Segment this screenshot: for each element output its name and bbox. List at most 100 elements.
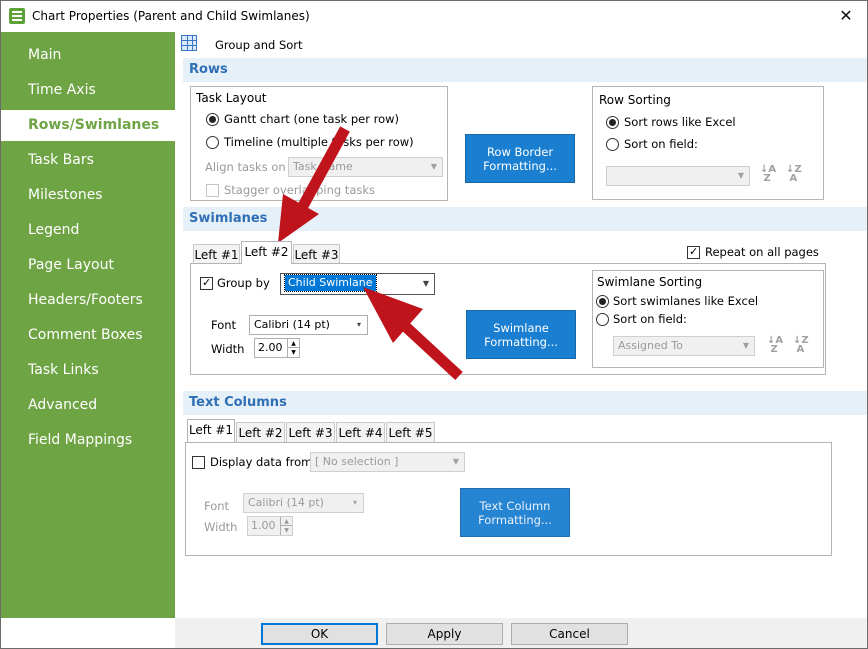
sidebar-item-time-axis[interactable]: Time Axis bbox=[1, 75, 175, 106]
rows-section-header: Rows bbox=[183, 58, 867, 82]
row-border-formatting-button[interactable]: Row Border Formatting... bbox=[465, 134, 575, 183]
dialog-button-bar: OK Apply Cancel bbox=[175, 618, 867, 648]
swimlane-sorting-title: Swimlane Sorting bbox=[597, 275, 703, 289]
text-col-font-select[interactable]: Calibri (14 pt) ▾ bbox=[243, 493, 364, 513]
swimlane-tab-left-2[interactable]: Left #2 bbox=[241, 241, 292, 264]
text-col-width-label: Width bbox=[204, 520, 238, 534]
sort-swimlanes-field-radio[interactable] bbox=[596, 313, 609, 326]
timeline-radio-label[interactable]: Timeline (multiple tasks per row) bbox=[224, 135, 414, 149]
repeat-all-pages-checkbox[interactable] bbox=[687, 245, 700, 259]
text-col-font-value: Calibri (14 pt) bbox=[248, 496, 324, 509]
sort-rows-field-radio[interactable] bbox=[606, 138, 619, 151]
sidebar-item-rows-swimlanes[interactable]: Rows/Swimlanes bbox=[1, 110, 175, 141]
align-tasks-select[interactable]: Task Name ▼ bbox=[288, 157, 443, 177]
display-data-checkbox[interactable] bbox=[192, 456, 205, 469]
gantt-radio-label[interactable]: Gantt chart (one task per row) bbox=[224, 112, 399, 126]
swimlane-tab-left-1[interactable]: Left #1 bbox=[193, 244, 240, 264]
text-column-formatting-button[interactable]: Text Column Formatting... bbox=[460, 488, 570, 537]
task-layout-group: Task Layout Gantt chart (one task per ro… bbox=[190, 86, 448, 201]
chevron-down-icon: ▼ bbox=[742, 341, 750, 350]
text-col-tab-left-4[interactable]: Left #4 bbox=[336, 422, 385, 442]
group-and-sort-label[interactable]: Group and Sort bbox=[215, 38, 303, 52]
cancel-button[interactable]: Cancel bbox=[511, 623, 628, 645]
group-by-label[interactable]: Group by bbox=[217, 276, 270, 290]
ok-button[interactable]: OK bbox=[261, 623, 378, 645]
sort-swimlanes-excel-radio[interactable] bbox=[596, 295, 609, 308]
sidebar-item-task-links[interactable]: Task Links bbox=[1, 355, 175, 386]
swimlane-font-select[interactable]: Calibri (14 pt) ▾ bbox=[249, 315, 368, 335]
chevron-down-icon: ▼ bbox=[422, 279, 430, 288]
group-by-select[interactable]: Child Swimlane ▼ bbox=[280, 273, 435, 295]
group-by-checkbox[interactable] bbox=[200, 276, 213, 290]
sort-descending-icon[interactable]: ↓Z A bbox=[793, 336, 809, 355]
swimlane-sort-field-select[interactable]: Assigned To ▼ bbox=[613, 336, 755, 356]
sidebar-item-field-mappings[interactable]: Field Mappings bbox=[1, 425, 175, 456]
repeat-all-pages-label[interactable]: Repeat on all pages bbox=[705, 245, 819, 259]
display-data-select[interactable]: [ No selection ] ▼ bbox=[310, 452, 465, 472]
sort-ascending-icon[interactable]: ↓A Z bbox=[767, 336, 783, 355]
sidebar-item-comment-boxes[interactable]: Comment Boxes bbox=[1, 320, 175, 351]
row-sorting-group: Row Sorting Sort rows like Excel Sort on… bbox=[592, 86, 824, 200]
dialog-window: Chart Properties (Parent and Child Swiml… bbox=[0, 0, 868, 649]
align-tasks-label: Align tasks on bbox=[205, 160, 286, 174]
swimlane-width-value: 2.00 bbox=[258, 341, 283, 354]
text-col-tab-left-2[interactable]: Left #2 bbox=[236, 422, 285, 442]
chevron-down-icon: ▾ bbox=[352, 498, 357, 507]
sidebar-item-page-layout[interactable]: Page Layout bbox=[1, 250, 175, 281]
close-button[interactable]: ✕ bbox=[835, 6, 857, 26]
sidebar-item-milestones[interactable]: Milestones bbox=[1, 180, 175, 211]
title-bar: Chart Properties (Parent and Child Swiml… bbox=[1, 1, 867, 32]
gantt-radio[interactable] bbox=[206, 113, 219, 126]
spin-down-icon[interactable]: ▼ bbox=[287, 348, 299, 357]
sort-swimlanes-excel-label[interactable]: Sort swimlanes like Excel bbox=[613, 294, 758, 308]
text-col-tab-left-1[interactable]: Left #1 bbox=[187, 419, 235, 442]
text-columns-section-header: Text Columns bbox=[183, 391, 867, 415]
display-data-label[interactable]: Display data from bbox=[210, 455, 312, 469]
display-data-value: [ No selection ] bbox=[315, 455, 399, 468]
sort-rows-excel-radio[interactable] bbox=[606, 116, 619, 129]
swimlane-font-label: Font bbox=[211, 318, 237, 332]
swimlane-formatting-button[interactable]: Swimlane Formatting... bbox=[466, 310, 576, 359]
timeline-radio[interactable] bbox=[206, 136, 219, 149]
swimlane-tab-panel: Group by Child Swimlane ▼ Font Calibri (… bbox=[190, 263, 826, 375]
task-layout-title: Task Layout bbox=[196, 91, 267, 105]
sort-descending-icon[interactable]: ↓Z A bbox=[786, 165, 802, 184]
spin-up-icon[interactable]: ▲ bbox=[280, 517, 292, 526]
text-col-tab-left-3[interactable]: Left #3 bbox=[286, 422, 335, 442]
align-tasks-value: Task Name bbox=[293, 160, 353, 173]
text-col-width-value: 1.00 bbox=[251, 519, 276, 532]
swimlane-width-label: Width bbox=[211, 342, 245, 356]
text-col-width-stepper[interactable]: 1.00 ▲ ▼ bbox=[247, 516, 293, 536]
chevron-down-icon: ▼ bbox=[452, 457, 460, 466]
sidebar-item-main[interactable]: Main bbox=[1, 40, 175, 71]
sort-ascending-icon[interactable]: ↓A Z bbox=[760, 165, 776, 184]
sort-swimlanes-field-label[interactable]: Sort on field: bbox=[613, 312, 687, 326]
sort-rows-field-label[interactable]: Sort on field: bbox=[624, 137, 698, 151]
sort-rows-excel-label[interactable]: Sort rows like Excel bbox=[624, 115, 736, 129]
sidebar-item-advanced[interactable]: Advanced bbox=[1, 390, 175, 421]
window-title: Chart Properties (Parent and Child Swiml… bbox=[32, 9, 310, 23]
chevron-down-icon: ▾ bbox=[356, 320, 361, 329]
text-columns-tab-panel: Display data from [ No selection ] ▼ Fon… bbox=[185, 442, 832, 556]
sidebar-item-task-bars[interactable]: Task Bars bbox=[1, 145, 175, 176]
sidebar-item-legend[interactable]: Legend bbox=[1, 215, 175, 246]
swimlane-font-value: Calibri (14 pt) bbox=[254, 318, 330, 331]
stagger-checkbox[interactable] bbox=[206, 184, 219, 197]
swimlanes-section-header: Swimlanes bbox=[183, 207, 867, 231]
swimlane-sort-field-value: Assigned To bbox=[618, 339, 683, 352]
row-sorting-title: Row Sorting bbox=[599, 93, 671, 107]
main-content: Group and Sort Rows Task Layout Gantt ch… bbox=[175, 32, 867, 618]
text-col-tab-left-5[interactable]: Left #5 bbox=[386, 422, 435, 442]
apply-button[interactable]: Apply bbox=[386, 623, 503, 645]
sidebar-item-headers-footers[interactable]: Headers/Footers bbox=[1, 285, 175, 316]
swimlane-tab-left-3[interactable]: Left #3 bbox=[293, 244, 340, 264]
row-sort-field-select[interactable]: ▼ bbox=[606, 166, 750, 186]
swimlane-width-stepper[interactable]: 2.00 ▲ ▼ bbox=[254, 338, 300, 358]
table-grid-icon[interactable] bbox=[181, 35, 197, 51]
group-by-value: Child Swimlane bbox=[284, 274, 377, 292]
spin-up-icon[interactable]: ▲ bbox=[287, 339, 299, 348]
sidebar: Main Time Axis Rows/Swimlanes Task Bars … bbox=[1, 32, 175, 618]
spin-down-icon[interactable]: ▼ bbox=[280, 526, 292, 535]
app-icon bbox=[9, 8, 25, 24]
chevron-down-icon: ▼ bbox=[737, 171, 745, 180]
